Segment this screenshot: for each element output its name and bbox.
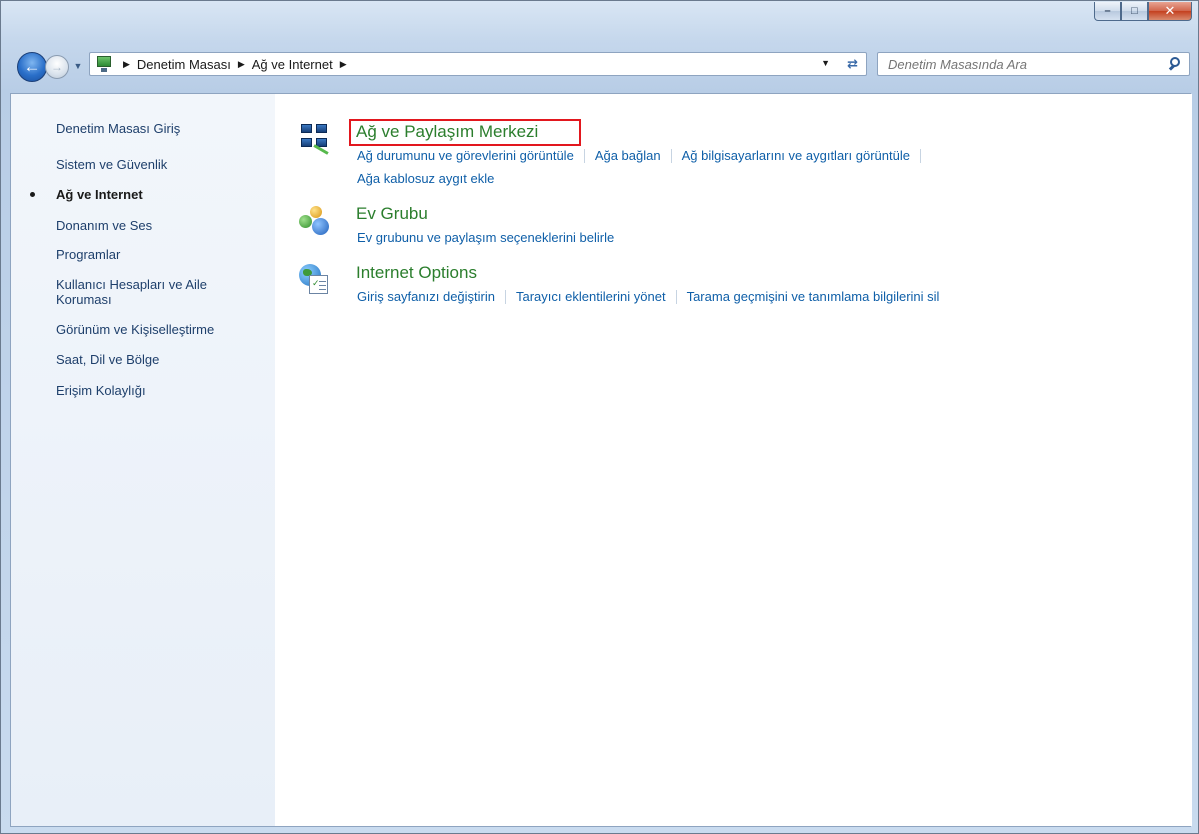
chevron-down-icon: ▼ [73,61,83,71]
forward-button[interactable]: → [45,55,69,79]
link-connect-network[interactable]: Ağa bağlan [595,148,661,163]
minimize-icon: – [1104,5,1111,17]
category-title-network-sharing[interactable]: Ağ ve Paylaşım Merkezi [356,122,538,142]
caption-buttons: – □ ✕ [1094,2,1192,21]
link-separator [505,289,506,304]
category-title-homegroup[interactable]: Ev Grubu [356,204,428,224]
active-bullet-icon [30,192,35,197]
content-area: Denetim Masası Giriş Sistem ve Güvenlik … [10,93,1192,827]
close-button[interactable]: ✕ [1148,2,1192,21]
network-sharing-links: Ağ durumunu ve görevlerini görüntüle Ağa… [357,148,931,163]
link-separator [583,148,585,163]
category-title-internet-options[interactable]: Internet Options [356,263,477,283]
minimize-button[interactable]: – [1094,2,1121,21]
link-delete-browsing-history[interactable]: Tarama geçmişini ve tanımlama bilgilerin… [687,289,940,304]
sidebar-item-appearance[interactable]: Görünüm ve Kişiselleştirme [56,322,256,337]
address-bar[interactable]: ▶ Denetim Masası ▶ Ağ ve Internet ▶ ▼ ⇄ [89,52,867,76]
link-separator [670,148,672,163]
link-homegroup-sharing-options[interactable]: Ev grubunu ve paylaşım seçeneklerini bel… [357,230,614,245]
breadcrumb-network-internet[interactable]: Ağ ve Internet [252,57,333,72]
network-sharing-links-2: Ağa kablosuz aygıt ekle [357,171,494,186]
sidebar-item-control-panel-home[interactable]: Denetim Masası Giriş [56,121,256,136]
search-box [877,52,1190,76]
sidebar-item-network-internet[interactable]: Ağ ve Internet [56,187,256,202]
navigation-bar: ← → ▼ ▶ Denetim Masası ▶ Ağ ve Internet … [1,45,1198,83]
address-dropdown-icon[interactable]: ▼ [821,58,830,68]
maximize-button[interactable]: □ [1121,2,1148,21]
internet-options-icon[interactable]: ✓ [299,264,331,296]
control-panel-window: – □ ✕ ← → ▼ ▶ Denetim Masası ▶ Ağ ve Int… [0,0,1199,834]
sidebar: Denetim Masası Giriş Sistem ve Güvenlik … [11,94,275,826]
back-arrow-icon: ← [23,57,41,76]
internet-options-links: Giriş sayfanızı değiştirin Tarayıcı ekle… [357,289,939,304]
back-button[interactable]: ← [17,52,47,82]
breadcrumb-separator-icon[interactable]: ▶ [123,59,130,70]
search-icon[interactable] [1168,57,1183,71]
homegroup-links: Ev grubunu ve paylaşım seçeneklerini bel… [357,230,614,245]
breadcrumb-control-panel[interactable]: Denetim Masası [137,57,231,72]
title-bar[interactable]: – □ ✕ [1,1,1198,41]
recent-pages-button[interactable]: ▼ [71,59,85,73]
control-panel-icon [94,54,116,74]
sidebar-item-user-accounts[interactable]: Kullanıcı Hesapları ve Aile Koruması [56,277,246,307]
sidebar-item-programs[interactable]: Programlar [56,247,256,262]
sidebar-item-system-security[interactable]: Sistem ve Güvenlik [56,157,256,172]
main-panel: Ağ ve Paylaşım Merkezi Ağ durumunu ve gö… [275,94,1192,826]
breadcrumb-separator-icon[interactable]: ▶ [238,59,245,70]
breadcrumb-separator-icon[interactable]: ▶ [340,59,347,70]
refresh-icon[interactable]: ⇄ [847,56,858,72]
link-separator [919,148,921,163]
homegroup-icon[interactable] [299,204,331,236]
sidebar-item-hardware-sound[interactable]: Donanım ve Ses [56,218,256,233]
close-icon: ✕ [1164,3,1176,18]
search-input[interactable] [878,53,1158,75]
maximize-icon: □ [1131,5,1138,17]
link-view-network-computers[interactable]: Ağ bilgisayarlarını ve aygıtları görüntü… [682,148,910,163]
sidebar-item-clock-language[interactable]: Saat, Dil ve Bölge [56,352,256,367]
link-add-wireless-device[interactable]: Ağa kablosuz aygıt ekle [357,171,494,186]
link-view-network-status[interactable]: Ağ durumunu ve görevlerini görüntüle [357,148,574,163]
sidebar-item-ease-of-access[interactable]: Erişim Kolaylığı [56,383,256,398]
link-separator [675,289,677,304]
network-icon[interactable] [299,122,331,155]
link-change-home-page[interactable]: Giriş sayfanızı değiştirin [357,289,495,304]
link-manage-add-ons[interactable]: Tarayıcı eklentilerini yönet [516,289,666,304]
forward-arrow-icon: → [51,60,63,74]
